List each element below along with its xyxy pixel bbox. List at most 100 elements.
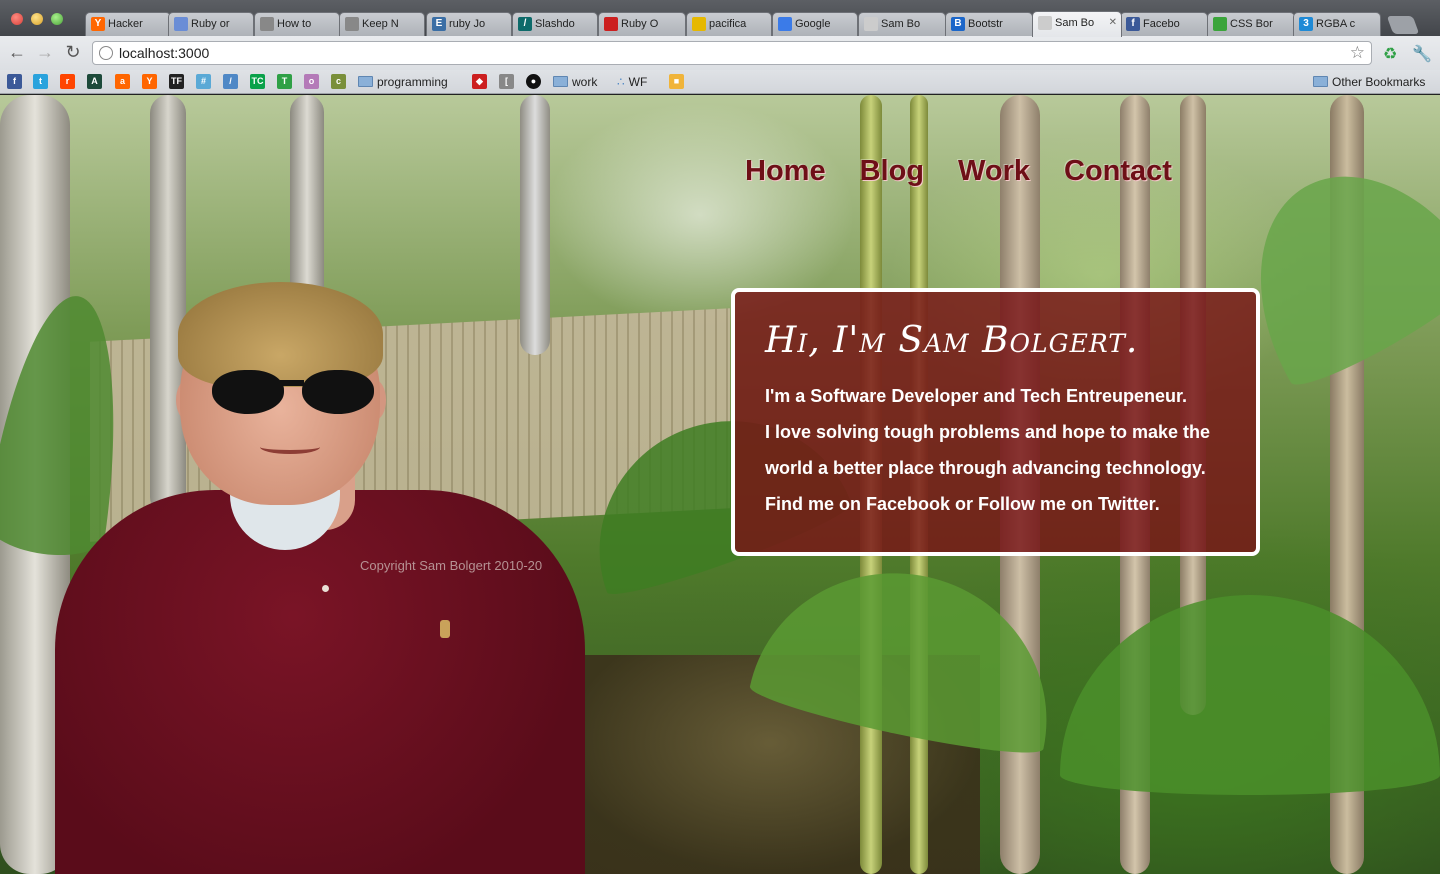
nav-work-link[interactable]: Work	[958, 155, 1030, 188]
back-arrow-icon[interactable]: ←	[6, 42, 28, 63]
sunglasses-lens	[212, 370, 284, 414]
browser-tab[interactable]: pacifica	[686, 12, 772, 36]
page-icon	[260, 17, 274, 31]
bookmark-label: WF	[628, 75, 648, 89]
new-tab-button[interactable]	[1386, 16, 1420, 34]
tab-title: Hacker	[108, 18, 143, 30]
reddit-icon[interactable]: r	[60, 74, 75, 89]
intro-line-4[interactable]: Find me on Facebook or Follow me on Twit…	[765, 486, 1256, 522]
t-icon[interactable]: T	[277, 74, 292, 89]
tab-title: Bootstr	[968, 18, 1003, 30]
arstechnica-icon[interactable]: A	[87, 74, 102, 89]
foliage	[1060, 595, 1440, 795]
address-text[interactable]: localhost:3000	[119, 45, 209, 61]
clock-icon[interactable]: o	[304, 74, 319, 89]
facebook-icon: f	[1126, 17, 1140, 31]
intro-line-2: I love solving tough problems and hope t…	[765, 422, 1211, 442]
browser-tab[interactable]: Keep N	[339, 12, 425, 36]
folder-icon	[1313, 76, 1328, 87]
folder-icon	[358, 76, 373, 87]
dots-icon: ∴	[617, 75, 625, 89]
bookmark-wf[interactable]: ∴ WF	[617, 73, 647, 91]
ruby-forum-icon	[174, 17, 188, 31]
nav-contact-link[interactable]: Contact	[1064, 155, 1172, 188]
other-bookmarks-label: Other Bookmarks	[1332, 75, 1426, 89]
tab-title: Slashdo	[535, 18, 575, 30]
browser-tab[interactable]: Y Hacker	[85, 12, 171, 36]
pacifica-icon	[692, 17, 706, 31]
tab-title: Sam Bo	[1055, 17, 1095, 29]
browser-tab[interactable]: f Facebo	[1120, 12, 1208, 36]
wrench-icon[interactable]: 🔧	[1412, 44, 1432, 64]
github-icon[interactable]: ●	[526, 74, 541, 89]
browser-tab[interactable]: Sam Bo ✕	[1032, 11, 1122, 37]
browser-tab[interactable]: 3 RGBA c	[1293, 12, 1381, 36]
ruby-icon[interactable]: ◆	[472, 74, 487, 89]
intro-line-1: I'm a Software Developer and Tech Entreu…	[765, 386, 1188, 406]
reload-icon[interactable]: ↻	[62, 42, 84, 63]
page-globe-icon	[99, 46, 113, 60]
cat-icon[interactable]: c	[331, 74, 346, 89]
profile-photo	[40, 190, 600, 874]
box-icon[interactable]: ■	[669, 74, 684, 89]
address-bar[interactable]: localhost:3000 ☆	[92, 41, 1372, 65]
bookmark-star-icon[interactable]: ☆	[1350, 43, 1365, 63]
ycombinator-icon[interactable]: Y	[142, 74, 157, 89]
intro-card: Hi, I'm Sam Bolgert. I'm a Software Deve…	[731, 288, 1260, 556]
shirt	[55, 490, 585, 874]
tab-title: ruby Jo	[449, 18, 486, 30]
jobs-icon: E	[432, 17, 446, 31]
page-icon	[345, 17, 359, 31]
browser-tab[interactable]: Google	[772, 12, 858, 36]
ars-icon[interactable]: a	[115, 74, 130, 89]
tab-title: RGBA c	[1316, 18, 1356, 30]
globe-icon	[864, 17, 878, 31]
techfreak-icon[interactable]: TF	[169, 74, 184, 89]
close-tab-icon[interactable]: ✕	[1109, 12, 1117, 34]
window-close-button[interactable]	[11, 13, 23, 25]
tab-title: CSS Bor	[1230, 18, 1273, 30]
tab-title: Sam Bo	[881, 18, 921, 30]
forward-arrow-icon[interactable]: →	[34, 42, 56, 63]
shirt-button	[322, 585, 329, 592]
bookmark-folder-work[interactable]: work	[553, 73, 597, 91]
browser-tab[interactable]: Ruby O	[598, 12, 686, 36]
browser-tab[interactable]: Eruby Jo	[426, 12, 512, 36]
browser-toolbar: ← → ↻ localhost:3000 ☆ ♻ 🔧	[0, 36, 1440, 70]
tab-title: Ruby O	[621, 18, 659, 30]
sunglasses-lens	[302, 370, 374, 414]
bookmark-folder-programming[interactable]: programming	[358, 73, 448, 91]
bootstrap-icon: B	[951, 17, 965, 31]
browser-tab[interactable]: Sam Bo	[858, 12, 946, 36]
page-viewport: Home Blog Work Contact Hi, I'm Sam Bolge…	[0, 95, 1440, 874]
folder-icon	[553, 76, 568, 87]
browser-tab[interactable]: Ruby or	[168, 12, 254, 36]
bookmarks-bar: f t r Aa Y TF # / TC To c programming ◆ [ ● work ∴…	[0, 70, 1440, 94]
nav-home-link[interactable]: Home	[745, 155, 826, 188]
tab-title: Google	[795, 18, 831, 30]
hacker-news-icon: Y	[91, 17, 105, 31]
smile	[260, 440, 320, 454]
grid-icon[interactable]: #	[196, 74, 211, 89]
window-zoom-button[interactable]	[51, 13, 63, 25]
intro-heading: Hi, I'm Sam Bolgert.	[765, 320, 1139, 361]
browser-tab[interactable]: B Bootstr	[945, 12, 1033, 36]
tab-title: Facebo	[1143, 18, 1180, 30]
browser-tab[interactable]: CSS Bor	[1207, 12, 1295, 36]
techcrunch-icon[interactable]: TC	[250, 74, 265, 89]
extension-icon[interactable]: ♻	[1383, 44, 1397, 64]
tab-title: How to	[277, 18, 312, 30]
css3-icon: 3	[1299, 17, 1313, 31]
nav-blog-link[interactable]: Blog	[860, 155, 924, 188]
other-bookmarks[interactable]: Other Bookmarks	[1313, 73, 1425, 91]
twitter-icon[interactable]: t	[33, 74, 48, 89]
browser-tab[interactable]: / Slashdo	[512, 12, 598, 36]
browser-tab[interactable]: How to	[254, 12, 340, 36]
globe-icon	[1038, 16, 1052, 30]
window-minimize-button[interactable]	[31, 13, 43, 25]
bracket-icon[interactable]: [	[499, 74, 514, 89]
bookmark-folder-label: work	[572, 75, 598, 89]
google-icon	[778, 17, 792, 31]
facebook-icon[interactable]: f	[7, 74, 22, 89]
edit-icon[interactable]: /	[223, 74, 238, 89]
